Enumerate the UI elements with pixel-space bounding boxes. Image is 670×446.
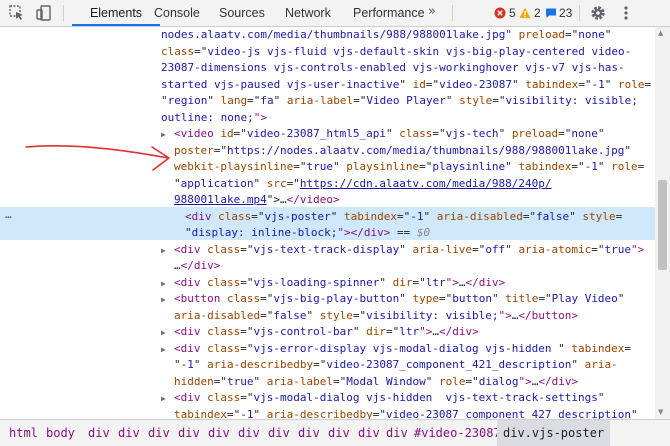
scrollbar-thumb[interactable] — [658, 180, 667, 270]
video-src-link[interactable]: https://cdn.alaatv.com/media/988/240p/ — [300, 177, 552, 190]
dom-line[interactable]: aria-disabled="false" style="visibility:… — [0, 308, 655, 325]
dom-line[interactable]: hidden="true" aria-label="Modal Window" … — [0, 374, 655, 391]
crumb-div[interactable]: div — [268, 420, 290, 446]
toolbar-separator — [579, 5, 580, 21]
crumb-video-id[interactable]: #video-23087 — [414, 420, 501, 446]
warning-count[interactable]: 2 — [534, 0, 541, 26]
inspect-element-icon[interactable] — [8, 4, 26, 22]
dom-line[interactable]: "region" lang="fa" aria-label="Video Pla… — [0, 93, 655, 110]
message-icon — [546, 8, 556, 18]
dom-node-modal-dialog[interactable]: ▶ <div class="vjs-modal-dialog vjs-hidden… — [0, 390, 655, 407]
dom-line[interactable]: nodes.alaatv.com/media/thumbnails/988/98… — [0, 27, 655, 44]
crumb-html[interactable]: html — [9, 420, 38, 446]
tab-sources[interactable]: Sources — [219, 0, 265, 26]
crumb-div[interactable]: div — [148, 420, 170, 446]
dom-node-control-bar[interactable]: ▶ <div class="vjs-control-bar" dir="ltr">… — [0, 324, 655, 341]
expand-triangle-icon[interactable]: ▶ — [161, 246, 166, 255]
crumb-div[interactable]: div — [178, 420, 200, 446]
toolbar-separator — [63, 5, 64, 21]
dom-node-error-display[interactable]: ▶ <div class="vjs-error-display vjs-modal… — [0, 341, 655, 358]
tab-console[interactable]: Console — [154, 0, 200, 26]
video-src-link-continued[interactable]: 988001lake.mp4 — [174, 193, 267, 206]
scroll-down-arrow-icon[interactable]: ▼ — [658, 408, 663, 416]
tab-network[interactable]: Network — [285, 0, 331, 26]
more-tabs-button[interactable]: » — [428, 0, 436, 26]
elements-tree: … nodes.alaatv.com/media/thumbnails/988/… — [0, 27, 655, 419]
crumb-div[interactable]: div — [328, 420, 350, 446]
message-count[interactable]: 23 — [559, 0, 572, 26]
tab-elements[interactable]: Elements — [72, 0, 160, 26]
dom-line[interactable]: class="video-js vjs-fluid vjs-default-sk… — [0, 44, 655, 61]
kebab-menu-icon[interactable] — [617, 4, 635, 22]
expand-triangle-icon[interactable]: ▶ — [161, 394, 166, 403]
expand-triangle-icon[interactable]: ▶ — [161, 345, 166, 354]
dom-line[interactable]: 23087-dimensions vjs-controls-enabled vj… — [0, 60, 655, 77]
dom-line[interactable]: 988001lake.mp4">…</video> — [0, 192, 655, 209]
crumb-div[interactable]: div — [238, 420, 260, 446]
crumb-div[interactable]: div — [88, 420, 110, 446]
crumb-body[interactable]: body — [46, 420, 75, 446]
device-toolbar-icon[interactable] — [35, 4, 53, 22]
settings-gear-icon[interactable] — [589, 4, 607, 22]
warning-icon — [519, 7, 531, 18]
devtools-toolbar: Elements Console Sources Network Perform… — [0, 0, 670, 27]
vertical-scrollbar[interactable]: ▲ ▼ — [655, 27, 670, 419]
expand-triangle-icon[interactable]: ▶ — [161, 295, 166, 304]
dom-node-loading-spinner[interactable]: ▶ <div class="vjs-loading-spinner" dir="l… — [0, 275, 655, 292]
dom-node-big-play-button[interactable]: ▶ <button class="vjs-big-play-button" typ… — [0, 291, 655, 308]
annotation-arrow — [25, 144, 170, 171]
dom-node-text-track-display[interactable]: ▶ <div class="vjs-text-track-display" ari… — [0, 242, 655, 259]
dom-line[interactable]: …</div> — [0, 258, 655, 275]
toolbar-separator — [452, 5, 453, 21]
dom-line[interactable]: "-1" aria-describedby="video-23087_compo… — [0, 357, 655, 374]
crumb-div[interactable]: div — [358, 420, 380, 446]
expand-triangle-icon[interactable]: ▶ — [161, 279, 166, 288]
breadcrumb: html body div div div div div div div di… — [0, 419, 670, 446]
scroll-up-arrow-icon[interactable]: ▲ — [658, 29, 663, 37]
crumb-div[interactable]: div — [118, 420, 140, 446]
crumb-vjs-poster[interactable]: div.vjs-poster — [497, 420, 611, 446]
dom-line[interactable]: tabindex="-1" aria-describedby="video-23… — [0, 407, 655, 420]
error-icon — [494, 7, 506, 19]
crumb-div[interactable]: div — [386, 420, 408, 446]
expand-triangle-icon[interactable]: ▶ — [161, 328, 166, 337]
error-count[interactable]: 5 — [509, 0, 516, 26]
dom-line[interactable]: "display: inline-block;"></div> == $0 — [0, 225, 655, 242]
tab-performance[interactable]: Performance — [353, 0, 425, 26]
dom-line[interactable]: started vjs-paused vjs-user-inactive" id… — [0, 77, 655, 94]
crumb-div[interactable]: div — [208, 420, 230, 446]
crumb-div[interactable]: div — [298, 420, 320, 446]
dom-line[interactable]: outline: none;"> — [0, 110, 655, 127]
dom-node-vjs-poster-selected[interactable]: <div class="vjs-poster" tabindex="-1" ar… — [0, 209, 655, 226]
